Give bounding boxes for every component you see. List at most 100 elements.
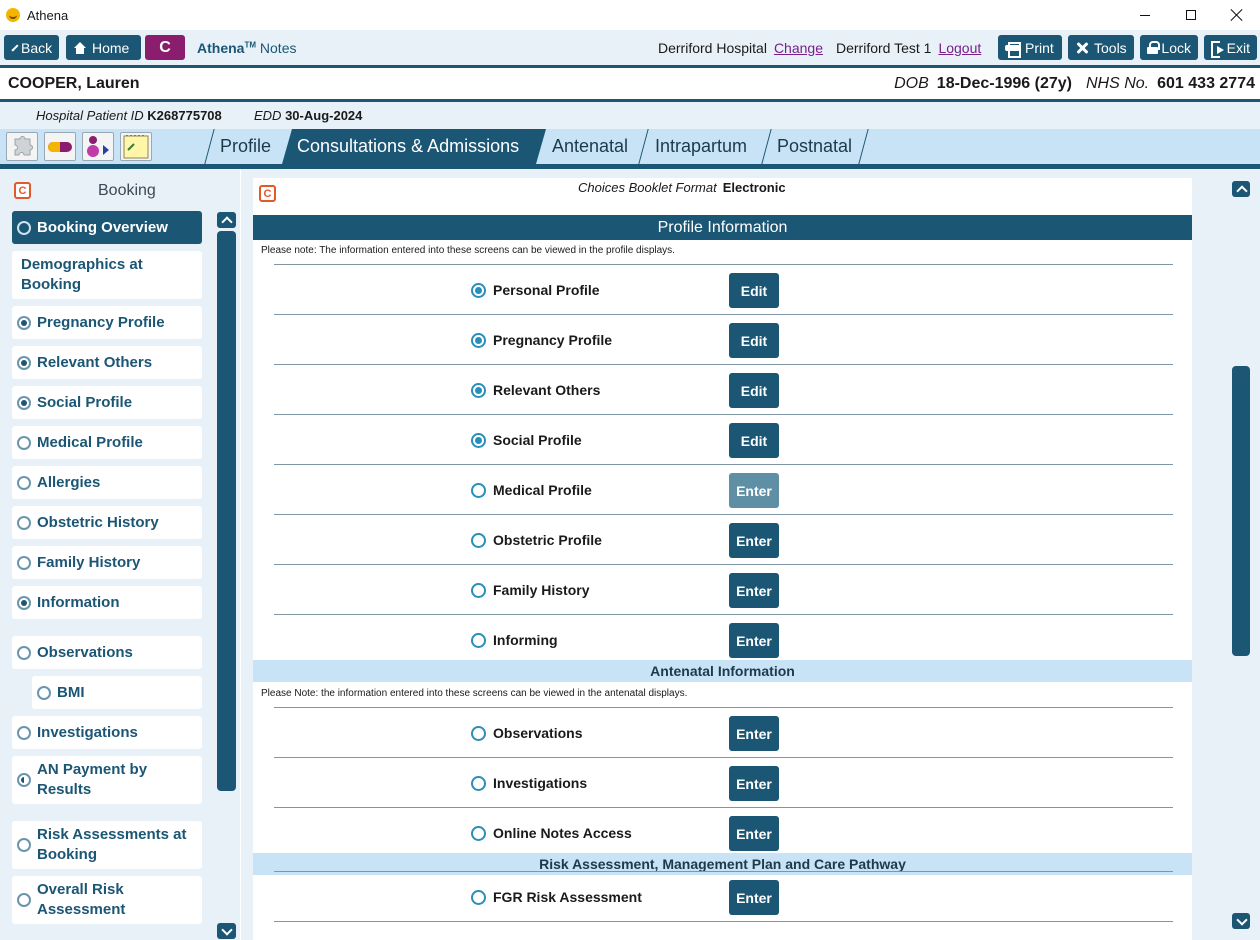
printer-icon: [1005, 41, 1021, 58]
sidebar-item-label: BMI: [57, 683, 85, 701]
sidebar-item-demographics-at-booking[interactable]: Demographics at Booking: [12, 251, 202, 299]
home-button[interactable]: Home: [66, 35, 141, 60]
window-controls: [1122, 0, 1260, 30]
alerts-quick-button[interactable]: [6, 132, 38, 161]
sidebar-item-label: Pregnancy Profile: [37, 313, 165, 331]
pregnancy-quick-button[interactable]: [82, 132, 114, 161]
section-header: Profile Information: [253, 215, 1192, 240]
clinical-c-icon[interactable]: C: [14, 182, 31, 199]
minimize-button[interactable]: [1122, 0, 1168, 30]
patient-dob-nhs: DOB 18-Dec-1996 (27y) NHS No. 601 433 27…: [894, 75, 1255, 93]
change-hospital-link[interactable]: Change: [774, 40, 823, 56]
enter-button[interactable]: Enter: [729, 523, 779, 558]
status-radio-icon: [471, 726, 486, 741]
enter-button[interactable]: Enter: [729, 880, 779, 915]
patient-banner: COOPER, Lauren DOB 18-Dec-1996 (27y) NHS…: [0, 68, 1260, 99]
row-label: Pregnancy Profile: [493, 332, 613, 348]
list-item: Pregnancy Profile Edit: [274, 314, 1173, 364]
list-item: FGR Risk Assessment Enter: [274, 871, 1173, 921]
close-button[interactable]: [1214, 0, 1260, 30]
sidebar-item-booking-overview[interactable]: Booking Overview: [12, 211, 202, 244]
pregnancy-icon: [87, 136, 109, 157]
logout-link[interactable]: Logout: [938, 40, 981, 56]
status-radio-icon: [17, 315, 31, 330]
clinical-c-icon[interactable]: C: [259, 185, 276, 202]
sidebar-item-medical-profile[interactable]: Medical Profile: [12, 426, 202, 459]
edit-button[interactable]: Edit: [729, 373, 779, 408]
sidebar-item-information[interactable]: Information: [12, 586, 202, 619]
scroll-up-button[interactable]: [217, 212, 236, 228]
medications-quick-button[interactable]: [44, 132, 76, 161]
list-item: Social Profile Edit: [274, 414, 1173, 464]
sidebar-item-label: Obstetric History: [37, 513, 159, 531]
sidebar-item-obstetric-history[interactable]: Obstetric History: [12, 506, 202, 539]
choices-booklet-format: Choices Booklet Format Electronic: [578, 180, 786, 195]
sidebar-item-family-history[interactable]: Family History: [12, 546, 202, 579]
scroll-down-button[interactable]: [217, 923, 236, 939]
edit-button[interactable]: Edit: [729, 423, 779, 458]
sidebar-item-relevant-others[interactable]: Relevant Others: [12, 346, 202, 379]
enter-button[interactable]: Enter: [729, 573, 779, 608]
list-item: Obstetric Profile Enter: [274, 514, 1173, 564]
sidebar-item-label: Allergies: [37, 473, 101, 491]
sidebar-item-pregnancy-profile[interactable]: Pregnancy Profile: [12, 306, 202, 339]
enter-button[interactable]: Enter: [729, 716, 779, 751]
main-content: C Choices Booklet Format Electronic Profi…: [241, 169, 1260, 940]
hospital-info: Derriford Hospital Change Derriford Test…: [658, 40, 981, 56]
sidebar-item-overall-risk-assessment[interactable]: Overall Risk Assessment: [12, 876, 202, 924]
nhs-label: NHS No.: [1086, 75, 1150, 92]
scroll-up-button[interactable]: [1232, 181, 1250, 197]
sidebar-item-risk-assessments-at-booking[interactable]: Risk Assessments at Booking: [12, 821, 202, 869]
enter-button[interactable]: Enter: [729, 816, 779, 851]
scroll-thumb[interactable]: [217, 231, 236, 791]
tools-button[interactable]: Tools: [1068, 35, 1134, 60]
title-bar: Athena: [0, 0, 1260, 30]
sidebar-item-allergies[interactable]: Allergies: [12, 466, 202, 499]
tab-intrapartum[interactable]: Intrapartum: [655, 129, 747, 164]
row-label: Informing: [493, 632, 558, 648]
scroll-thumb[interactable]: [1232, 366, 1250, 656]
edd-value: 30-Aug-2024: [285, 108, 363, 123]
enter-button[interactable]: Enter: [729, 473, 779, 508]
tab-profile[interactable]: Profile: [220, 129, 271, 164]
notepad-icon: [123, 135, 149, 159]
clinical-c-button[interactable]: C: [145, 35, 185, 60]
tab-separator: [858, 129, 869, 164]
toolbar: Back Home Print Tools Lock Exit: [0, 30, 1260, 65]
edit-button[interactable]: Edit: [729, 323, 779, 358]
sidebar-item-observations[interactable]: Observations: [12, 636, 202, 669]
edit-button[interactable]: Edit: [729, 273, 779, 308]
status-radio-icon: [471, 283, 486, 298]
sidebar-item-social-profile[interactable]: Social Profile: [12, 386, 202, 419]
exit-button[interactable]: Exit: [1204, 35, 1257, 60]
list-item: Medical Profile Enter: [274, 464, 1173, 514]
status-radio-icon: [17, 475, 31, 490]
status-radio-icon: [17, 773, 31, 787]
notes-quick-button[interactable]: [120, 132, 152, 161]
print-button[interactable]: Print: [998, 35, 1062, 60]
back-button[interactable]: Back: [4, 35, 59, 60]
sidebar-scrollbar[interactable]: [217, 212, 236, 939]
sidebar-item-investigations[interactable]: Investigations: [12, 716, 202, 749]
hospital-name: Derriford Hospital: [658, 40, 767, 56]
athena-logo-icon: [6, 8, 20, 22]
list-item: Investigations Enter: [274, 757, 1173, 807]
row-label: Observations: [493, 725, 583, 741]
tab-antenatal[interactable]: Antenatal: [552, 129, 628, 164]
user-name: Derriford Test 1: [835, 40, 932, 56]
pill-icon: [48, 142, 72, 152]
scroll-down-button[interactable]: [1232, 913, 1250, 929]
sidebar-item-an-payment-by-results[interactable]: AN Payment by Results: [12, 756, 202, 804]
status-radio-icon: [17, 725, 31, 740]
enter-button[interactable]: Enter: [729, 623, 779, 658]
row-label: Family History: [493, 582, 590, 598]
sidebar-item-bmi[interactable]: BMI: [32, 676, 202, 709]
status-radio-icon: [17, 838, 31, 852]
patient-ids: Hospital Patient ID K268775708 EDD 30-Au…: [0, 102, 1260, 129]
enter-button[interactable]: Enter: [729, 766, 779, 801]
tab-postnatal[interactable]: Postnatal: [777, 129, 852, 164]
tab-consultations-admissions[interactable]: Consultations & Admissions: [282, 129, 546, 164]
row-label: Obstetric Profile: [493, 532, 602, 548]
maximize-button[interactable]: [1168, 0, 1214, 30]
lock-button[interactable]: Lock: [1140, 35, 1198, 60]
